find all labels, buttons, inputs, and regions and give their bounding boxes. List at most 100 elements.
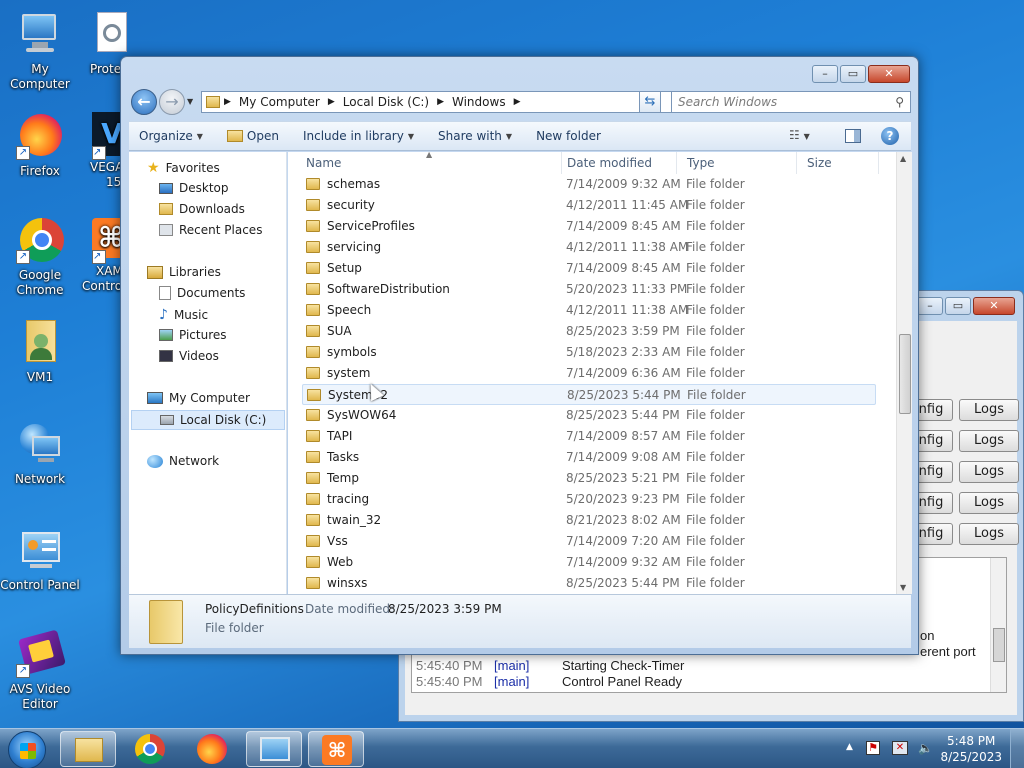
desktop-icon-avs-video-editor[interactable]: ↗ AVS Video Editor xyxy=(0,629,80,712)
file-date-modified: 7/14/2009 8:45 AM xyxy=(566,261,681,275)
logs-button[interactable]: Logs xyxy=(959,461,1019,483)
breadcrumb-my-computer[interactable]: My Computer xyxy=(239,95,320,109)
logs-button[interactable]: Logs xyxy=(959,492,1019,514)
chevron-down-icon: ▼ xyxy=(803,132,810,141)
new-folder-button[interactable]: New folder xyxy=(524,129,613,143)
scroll-down-arrow[interactable]: ▼ xyxy=(900,583,906,592)
file-row[interactable]: ServiceProfiles 7/14/2009 8:45 AM File fol… xyxy=(302,216,876,237)
share-with-button[interactable]: Share with ▼ xyxy=(426,129,524,143)
taskbar-firefox[interactable] xyxy=(184,731,240,767)
minimize-button[interactable]: – xyxy=(812,65,838,83)
nav-favorites[interactable]: ★ Favorites xyxy=(147,160,220,176)
file-row[interactable]: TAPI 7/14/2009 8:57 AM File folder xyxy=(302,426,876,447)
file-row[interactable]: System32 8/25/2023 5:44 PM File folder xyxy=(302,384,876,405)
file-row[interactable]: Temp 8/25/2023 5:21 PM File folder xyxy=(302,468,876,489)
file-row[interactable]: Speech 4/12/2011 11:38 AM File folder xyxy=(302,300,876,321)
back-button[interactable]: ← xyxy=(131,89,157,115)
file-row[interactable]: SUA 8/25/2023 3:59 PM File folder xyxy=(302,321,876,342)
file-row[interactable]: security 4/12/2011 11:45 AM File folder xyxy=(302,195,876,216)
close-button[interactable]: ✕ xyxy=(868,65,910,83)
nav-music[interactable]: ♪ Music xyxy=(159,307,208,323)
nav-documents[interactable]: Documents xyxy=(159,286,245,300)
file-list-scrollbar[interactable]: ▲ ▼ xyxy=(896,152,912,594)
column-header-date-modified[interactable]: Date modified xyxy=(557,152,677,174)
preview-pane-button[interactable] xyxy=(845,129,861,143)
organize-button[interactable]: Organize ▼ xyxy=(129,129,215,143)
desktop-icon-firefox[interactable]: ↗ Firefox xyxy=(0,112,80,179)
column-header-name[interactable]: Name xyxy=(296,152,562,174)
file-row[interactable]: SysWOW64 8/25/2023 5:44 PM File folder xyxy=(302,405,876,426)
column-header-size[interactable]: Size xyxy=(797,152,879,174)
system-clock[interactable]: 5:48 PM 8/25/2023 xyxy=(940,733,1002,765)
file-row[interactable]: servicing 4/12/2011 11:38 AM File folder xyxy=(302,237,876,258)
desktop-icon-google-chrome[interactable]: ↗ Google Chrome xyxy=(0,216,80,298)
desktop-icon-vegas[interactable]: V ↗ VEGAS 15. xyxy=(80,112,132,190)
log-scrollbar[interactable] xyxy=(990,558,1006,692)
breadcrumb-local-disk[interactable]: Local Disk (C:) xyxy=(343,95,429,109)
maximize-button[interactable]: ▭ xyxy=(840,65,866,83)
taskbar-control-panel[interactable] xyxy=(246,731,302,767)
breadcrumb-windows[interactable]: Windows xyxy=(452,95,506,109)
action-center-icon[interactable]: ⚑ xyxy=(866,741,880,755)
volume-icon[interactable]: 🔈 xyxy=(918,741,934,755)
file-name: security xyxy=(327,198,375,212)
column-header-type[interactable]: Type xyxy=(677,152,797,174)
file-row[interactable]: Vss 7/14/2009 7:20 AM File folder xyxy=(302,531,876,552)
file-row[interactable]: winsxs 8/25/2023 5:44 PM File folder xyxy=(302,573,876,594)
show-desktop-button[interactable] xyxy=(1010,729,1024,768)
file-row[interactable]: system 7/14/2009 6:36 AM File folder xyxy=(302,363,876,384)
nav-downloads[interactable]: Downloads xyxy=(159,202,245,216)
details-name: PolicyDefinitions xyxy=(205,602,304,616)
nav-network[interactable]: Network xyxy=(147,454,219,468)
desktop-icon-vm1[interactable]: VM1 xyxy=(0,318,80,385)
scroll-thumb[interactable] xyxy=(899,334,911,414)
maximize-button[interactable]: ▭ xyxy=(945,297,971,315)
show-hidden-icons-button[interactable]: ▲ xyxy=(846,742,853,752)
minimize-button[interactable]: – xyxy=(917,297,943,315)
close-button[interactable]: ✕ xyxy=(973,297,1015,315)
logs-button[interactable]: Logs xyxy=(959,399,1019,421)
recent-pages-dropdown[interactable]: ▼ xyxy=(187,97,193,106)
desktop-icon-control-panel[interactable]: Control Panel xyxy=(0,526,80,593)
file-list: ▲ Name Date modified Type Size schemas 7/… xyxy=(288,152,912,594)
change-view-button[interactable]: ☷ ▼ xyxy=(789,128,810,142)
network-status-icon[interactable]: ✕ xyxy=(892,741,908,755)
desktop-icon-my-computer[interactable]: My Computer xyxy=(0,10,80,92)
taskbar-explorer[interactable] xyxy=(60,731,116,767)
taskbar: ⌘ ▲ ⚑ ✕ 🔈 5:48 PM 8/25/2023 xyxy=(0,728,1024,768)
help-button[interactable]: ? xyxy=(881,127,899,145)
start-button[interactable] xyxy=(8,731,46,768)
logs-button[interactable]: Logs xyxy=(959,523,1019,545)
nav-my-computer[interactable]: My Computer xyxy=(147,391,250,405)
logs-button[interactable]: Logs xyxy=(959,430,1019,452)
nav-recent-places[interactable]: Recent Places xyxy=(159,223,262,237)
open-button[interactable]: Open xyxy=(215,129,291,143)
file-date-modified: 5/20/2023 9:23 PM xyxy=(566,492,680,506)
desktop-icon-xampp[interactable]: ⌘ ↗ XAM Control xyxy=(80,216,130,294)
file-row[interactable]: Web 7/14/2009 9:32 AM File folder xyxy=(302,552,876,573)
forward-button[interactable]: → xyxy=(159,89,185,115)
include-in-library-button[interactable]: Include in library ▼ xyxy=(291,129,426,143)
explorer-window[interactable]: – ▭ ✕ ← → ▼ ▶ My Computer ▶ Local Disk (… xyxy=(120,56,919,655)
window-controls: – ▭ ✕ xyxy=(917,297,1015,315)
file-row[interactable]: Setup 7/14/2009 8:45 AM File folder xyxy=(302,258,876,279)
nav-local-disk[interactable]: Local Disk (C:) xyxy=(131,410,285,430)
search-input[interactable]: Search Windows ⚲ xyxy=(671,91,911,113)
nav-videos[interactable]: Videos xyxy=(159,349,219,363)
scroll-up-arrow[interactable]: ▲ xyxy=(900,154,906,163)
desktop-icon-network[interactable]: Network xyxy=(0,420,80,487)
log-line: 5:45:40 PM [main] Starting Check-Timer xyxy=(416,658,685,673)
taskbar-xampp[interactable]: ⌘ xyxy=(308,731,364,767)
file-row[interactable]: SoftwareDistribution 5/20/2023 11:33 PM Fi… xyxy=(302,279,876,300)
file-row[interactable]: schemas 7/14/2009 9:32 AM File folder xyxy=(302,174,876,195)
taskbar-chrome[interactable] xyxy=(122,731,178,767)
file-row[interactable]: twain_32 8/21/2023 8:02 AM File folder xyxy=(302,510,876,531)
file-type: File folder xyxy=(686,492,745,506)
file-row[interactable]: tracing 5/20/2023 9:23 PM File folder xyxy=(302,489,876,510)
nav-desktop[interactable]: Desktop xyxy=(159,181,229,195)
nav-pictures[interactable]: Pictures xyxy=(159,328,227,342)
file-row[interactable]: Tasks 7/14/2009 9:08 AM File folder xyxy=(302,447,876,468)
refresh-button[interactable]: ⇆ xyxy=(639,91,661,113)
file-row[interactable]: symbols 5/18/2023 2:33 AM File folder xyxy=(302,342,876,363)
nav-libraries[interactable]: Libraries xyxy=(147,265,221,279)
